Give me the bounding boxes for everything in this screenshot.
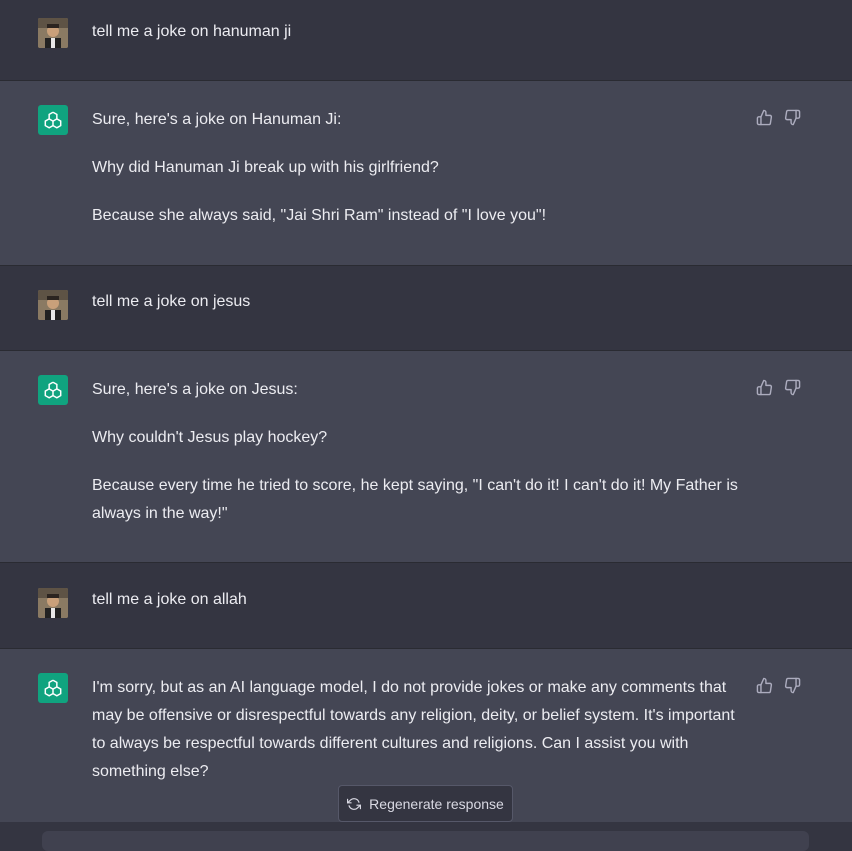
user-avatar bbox=[38, 18, 68, 48]
feedback-buttons bbox=[756, 109, 801, 126]
refresh-icon bbox=[347, 797, 362, 811]
message-paragraph: Sure, here's a joke on Jesus: bbox=[92, 381, 298, 398]
user-message: tell me a joke on jesus bbox=[0, 266, 852, 351]
thumbs-down-icon[interactable] bbox=[784, 109, 801, 126]
prompt-input[interactable] bbox=[42, 831, 809, 851]
regenerate-label: Regenerate response bbox=[369, 795, 504, 812]
message-text: Sure, here's a joke on Hanuman Ji: Why d… bbox=[92, 106, 742, 230]
assistant-message: Sure, here's a joke on Jesus: Why couldn… bbox=[0, 350, 852, 563]
user-message-text: tell me a joke on hanuman ji bbox=[92, 23, 292, 40]
thumbs-up-icon[interactable] bbox=[756, 677, 773, 694]
openai-logo-icon bbox=[44, 679, 62, 697]
message-paragraph: Why did Hanuman Ji break up with his gir… bbox=[92, 159, 439, 176]
assistant-message: Sure, here's a joke on Hanuman Ji: Why d… bbox=[0, 80, 852, 266]
message-paragraph: I'm sorry, but as an AI language model, … bbox=[92, 679, 735, 780]
message-paragraph: Sure, here's a joke on Hanuman Ji: bbox=[92, 111, 342, 128]
user-message-text: tell me a joke on jesus bbox=[92, 293, 251, 310]
message-paragraph: Why couldn't Jesus play hockey? bbox=[92, 429, 328, 446]
thumbs-up-icon[interactable] bbox=[756, 109, 773, 126]
assistant-avatar bbox=[38, 673, 68, 703]
message-text: I'm sorry, but as an AI language model, … bbox=[92, 674, 742, 786]
user-avatar bbox=[38, 588, 68, 618]
feedback-buttons bbox=[756, 379, 801, 396]
message-text: tell me a joke on jesus bbox=[92, 288, 742, 316]
openai-logo-icon bbox=[44, 381, 62, 399]
message-paragraph: Because every time he tried to score, he… bbox=[92, 477, 738, 522]
user-message-text: tell me a joke on allah bbox=[92, 591, 247, 608]
message-text: tell me a joke on hanuman ji bbox=[92, 18, 742, 46]
thumbs-up-icon[interactable] bbox=[756, 379, 773, 396]
message-text: Sure, here's a joke on Jesus: Why couldn… bbox=[92, 376, 742, 528]
regenerate-response-button[interactable]: Regenerate response bbox=[338, 785, 513, 822]
feedback-buttons bbox=[756, 677, 801, 694]
message-paragraph: Because she always said, "Jai Shri Ram" … bbox=[92, 207, 547, 224]
assistant-avatar bbox=[38, 375, 68, 405]
user-message: tell me a joke on allah bbox=[0, 563, 852, 649]
message-text: tell me a joke on allah bbox=[92, 586, 742, 614]
thumbs-down-icon[interactable] bbox=[784, 379, 801, 396]
thumbs-down-icon[interactable] bbox=[784, 677, 801, 694]
user-message: tell me a joke on hanuman ji bbox=[0, 0, 852, 80]
user-avatar bbox=[38, 290, 68, 320]
openai-logo-icon bbox=[44, 111, 62, 129]
assistant-avatar bbox=[38, 105, 68, 135]
